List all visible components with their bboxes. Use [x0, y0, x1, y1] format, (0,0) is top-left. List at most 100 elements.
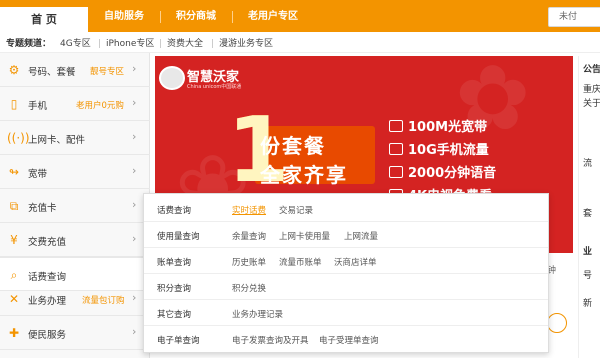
- flyout-row: 账单查询 历史账单 流量币账单 沃商店详单: [144, 249, 548, 274]
- quick-link[interactable]: 套: [583, 206, 592, 219]
- phone-icon: ▯: [10, 97, 18, 111]
- banner-decoration: ✿: [455, 56, 531, 151]
- sidebar-item-label: 宽带: [28, 169, 48, 180]
- category-sidebar: ⚙ 号码、套餐 靓号专区 › ▯ 手机 老用户0元购 › ((·)) 上网卡、配…: [0, 53, 150, 358]
- sidebar-item-label: 号码、套餐: [28, 67, 76, 78]
- sidebar-item-phone[interactable]: ▯ 手机 老用户0元购 ›: [0, 87, 150, 121]
- notice-title: 公告: [583, 65, 600, 75]
- flyout-category: 其它查询: [157, 310, 192, 320]
- topic-divider: [160, 39, 161, 48]
- nav-home-tab[interactable]: 首 页: [0, 5, 88, 32]
- flyout-category: 积分查询: [157, 284, 192, 294]
- flyout-category: 账单查询: [157, 258, 192, 268]
- sidebar-item-promo[interactable]: 靓号专区: [90, 65, 124, 77]
- banner-brand-sub: China unicom中国联通: [187, 84, 242, 90]
- panel-item[interactable]: 号: [583, 268, 592, 281]
- card-icon: ⧉: [9, 199, 19, 213]
- phone-icon: [389, 142, 403, 155]
- tools-icon: ✕: [8, 292, 20, 306]
- sidebar-item-label: 业务办理: [28, 296, 67, 307]
- sidebar-item-label: 手机: [28, 101, 48, 112]
- panel-item[interactable]: 新: [583, 296, 592, 309]
- nav-divider: [160, 11, 161, 23]
- service-icon: ✚: [8, 326, 20, 340]
- top-nav-bar: 首 页 自助服务 积分商城 老用户专区 未付: [0, 0, 600, 32]
- flyout-link-realtime-fee[interactable]: 实时话费: [232, 204, 266, 216]
- topic-4g-link[interactable]: 4G专区: [60, 36, 91, 49]
- chevron-right-icon: ›: [132, 164, 137, 177]
- sidebar-item-label: 充值卡: [28, 203, 57, 214]
- flyout-link-points-exchange[interactable]: 积分兑换: [232, 282, 266, 294]
- topic-divider: [212, 39, 213, 48]
- nav-points-mall[interactable]: 积分商城: [176, 0, 216, 32]
- flyout-link-store-detail[interactable]: 沃商店详单: [334, 256, 377, 268]
- topic-channel-row: 专题频道： 4G专区 iPhone专区 资费大全 漫游业务专区: [0, 32, 600, 53]
- gear-icon: ⚙: [8, 63, 20, 77]
- flyout-link-e-receipt[interactable]: 电子受理单查询: [319, 334, 379, 346]
- call-icon: [389, 165, 403, 178]
- flyout-category: 使用量查询: [157, 232, 200, 242]
- sidebar-item-convenience[interactable]: ✚ 便民服务 ›: [0, 316, 150, 350]
- notice-item[interactable]: 关于: [583, 96, 600, 109]
- flyout-row: 积分查询 积分兑换: [144, 275, 548, 300]
- chevron-right-icon: ›: [132, 325, 137, 338]
- wifi-icon: ((·)): [7, 131, 30, 145]
- bill-query-flyout: 话费查询 实时话费 交易记录 使用量查询 余量查询 上网卡使用量 上网流量 账单…: [143, 193, 549, 353]
- banner-feature: 100M光宽带: [389, 116, 487, 136]
- topic-tariff-link[interactable]: 资费大全: [167, 36, 203, 49]
- sidebar-item-pay-recharge[interactable]: ¥ 交费充值 ›: [0, 223, 150, 257]
- banner-slogan-line1: 份套餐: [260, 134, 326, 158]
- chevron-right-icon: ›: [132, 130, 137, 143]
- broadband-icon: ↬: [8, 165, 20, 179]
- sidebar-item-data-card[interactable]: ((·)) 上网卡、配件 ›: [0, 121, 150, 155]
- sidebar-item-promo[interactable]: 老用户0元购: [76, 99, 124, 111]
- topic-iphone-link[interactable]: iPhone专区: [106, 36, 154, 49]
- topic-channel-label: 专题频道：: [6, 39, 52, 49]
- banner-slogan-line2: 全家齐享: [260, 163, 348, 187]
- flyout-link-history-bill[interactable]: 历史账单: [232, 256, 266, 268]
- sidebar-item-number-plan[interactable]: ⚙ 号码、套餐 靓号专区 ›: [0, 53, 150, 87]
- topic-roaming-link[interactable]: 漫游业务专区: [219, 36, 273, 49]
- nav-self-service[interactable]: 自助服务: [104, 0, 144, 32]
- chevron-right-icon: ›: [132, 232, 137, 245]
- banner-feature: 10G手机流量: [389, 139, 489, 159]
- tv-icon: [389, 119, 403, 132]
- flyout-link-card-usage[interactable]: 上网卡使用量: [279, 230, 330, 242]
- sidebar-item-label: 便民服务: [28, 330, 67, 341]
- chevron-right-icon: ›: [132, 96, 137, 109]
- chevron-right-icon: ›: [132, 62, 137, 75]
- sidebar-item-broadband[interactable]: ↬ 宽带 ›: [0, 155, 150, 189]
- yen-icon: ¥: [10, 233, 18, 247]
- top-right-button[interactable]: 未付: [548, 7, 600, 27]
- topic-divider: [99, 39, 100, 48]
- search-icon: ⌕: [10, 268, 18, 282]
- unicom-logo-icon: [159, 66, 185, 90]
- sidebar-item-label: 上网卡、配件: [28, 135, 86, 146]
- flyout-link-balance[interactable]: 余量查询: [232, 230, 266, 242]
- flyout-link-coin-bill[interactable]: 流量币账单: [279, 256, 322, 268]
- flyout-row: 使用量查询 余量查询 上网卡使用量 上网流量: [144, 223, 548, 248]
- flyout-link-transactions[interactable]: 交易记录: [279, 204, 313, 216]
- nav-divider: [232, 11, 233, 23]
- chevron-right-icon: ›: [132, 291, 137, 304]
- flyout-link-data-usage[interactable]: 上网流量: [344, 230, 378, 242]
- sidebar-item-label: 交费充值: [28, 237, 67, 248]
- sidebar-item-promo[interactable]: 流量包订购: [82, 294, 125, 306]
- flyout-link-e-invoice[interactable]: 电子发票查询及开具: [232, 334, 309, 346]
- flyout-row: 电子单查询 电子发票查询及开具 电子受理单查询: [144, 327, 548, 352]
- flyout-category: 话费查询: [157, 206, 192, 216]
- sidebar-item-business[interactable]: ✕ 业务办理 流量包订购 ›: [0, 282, 150, 316]
- flyout-link-business-record[interactable]: 业务办理记录: [232, 308, 283, 320]
- flyout-category: 电子单查询: [157, 336, 200, 346]
- flyout-row: 其它查询 业务办理记录: [144, 301, 548, 326]
- panel-heading: 业: [583, 247, 593, 257]
- flyout-row: 话费查询 实时话费 交易记录: [144, 197, 548, 222]
- nav-old-user-zone[interactable]: 老用户专区: [248, 0, 298, 32]
- right-panel: 公告 重庆 关于 流 套 业 号 新: [578, 56, 600, 358]
- circle-icon[interactable]: [547, 313, 567, 333]
- notice-item[interactable]: 重庆: [583, 82, 600, 95]
- sidebar-item-recharge-card[interactable]: ⧉ 充值卡 ›: [0, 189, 150, 223]
- chevron-right-icon: ›: [132, 198, 137, 211]
- banner-feature: 2000分钟语音: [389, 162, 496, 182]
- quick-link[interactable]: 流: [583, 156, 592, 169]
